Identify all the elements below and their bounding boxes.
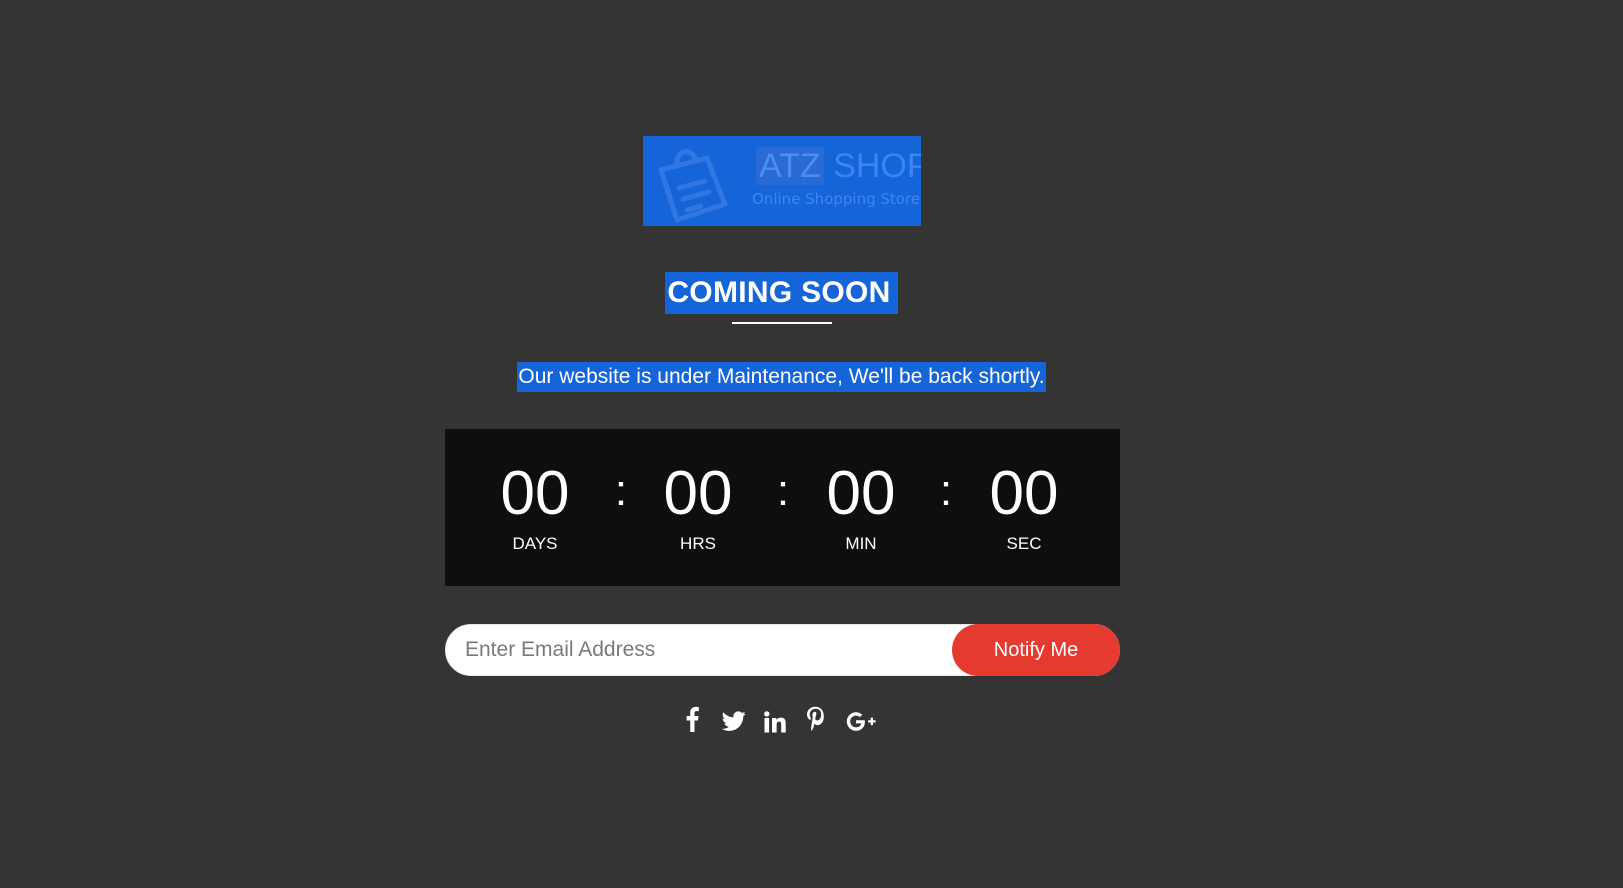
title-underline [732,322,832,324]
countdown-hours-value: 00 [663,459,733,528]
twitter-icon [722,711,746,731]
brand-logo[interactable]: ATZ SHOP Online Shopping Store [643,136,921,226]
brand-name-part2: SHOP [833,147,921,185]
google-plus-icon [846,712,876,731]
pinterest-link[interactable] [806,706,824,736]
google-plus-link[interactable] [845,706,877,736]
notify-me-button[interactable]: Notify Me [952,624,1120,676]
countdown-hours-label: HRS [680,534,716,553]
countdown-days: 00 DAYS [470,463,600,555]
countdown-separator: : [614,466,628,515]
countdown-separator: : [939,466,953,515]
countdown-minutes-label: MIN [845,534,877,553]
countdown-days-value: 00 [500,459,570,528]
twitter-link[interactable] [722,706,746,736]
countdown-separator: : [776,466,790,515]
notify-form: Notify Me [445,624,1120,676]
linkedin-icon [764,711,786,733]
countdown-seconds: 00 SEC [959,463,1089,555]
brand-name: ATZ SHOP [756,146,921,186]
countdown-minutes-value: 00 [826,459,896,528]
brand-name-part1: ATZ [756,147,824,185]
shopping-bag-icon [658,149,728,223]
heading-container: COMING SOON [0,272,1563,314]
countdown-seconds-label: SEC [1006,534,1042,553]
facebook-icon [686,706,699,732]
countdown-seconds-value: 00 [989,459,1059,528]
maintenance-page: ATZ SHOP Online Shopping Store COMING SO… [0,0,1623,888]
countdown-days-label: DAYS [512,534,558,553]
brand-tagline: Online Shopping Store [752,190,921,208]
subtitle-container: Our website is under Maintenance, We'll … [0,362,1563,392]
facebook-link[interactable] [685,706,699,736]
maintenance-message: Our website is under Maintenance, We'll … [517,362,1046,392]
linkedin-link[interactable] [764,706,786,736]
countdown-hours: 00 HRS [633,463,763,555]
countdown-timer: 00 DAYS : 00 HRS : 00 MIN : 00 SEC [445,429,1120,586]
pinterest-icon [807,706,824,731]
page-title: COMING SOON [665,272,898,314]
countdown-minutes: 00 MIN [796,463,926,555]
